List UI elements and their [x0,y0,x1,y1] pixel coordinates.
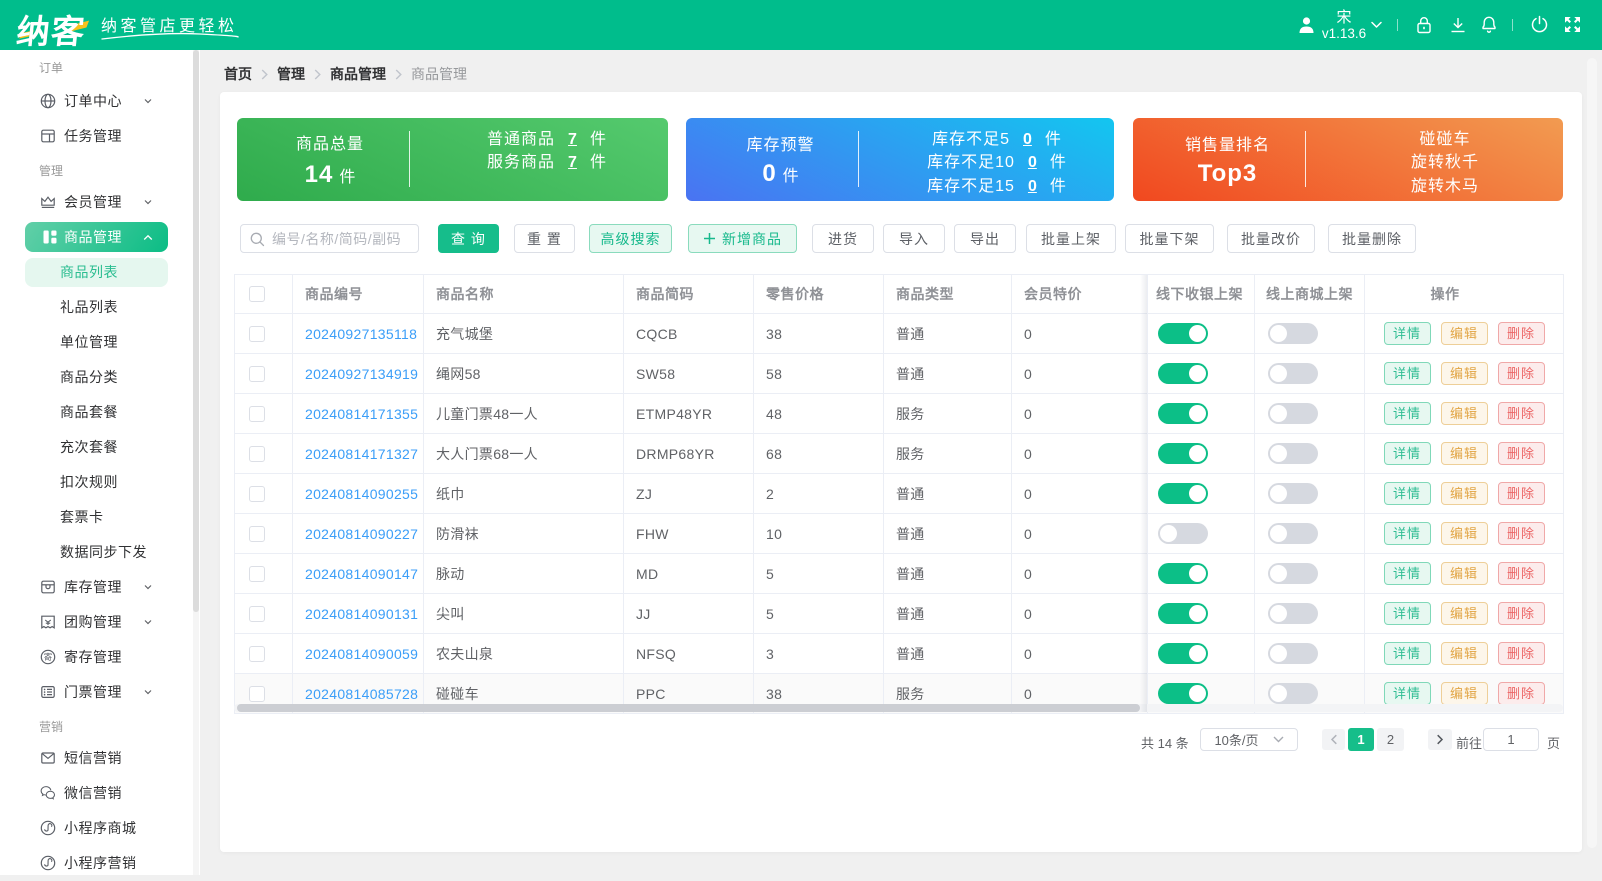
svg-text:寄: 寄 [44,652,53,662]
